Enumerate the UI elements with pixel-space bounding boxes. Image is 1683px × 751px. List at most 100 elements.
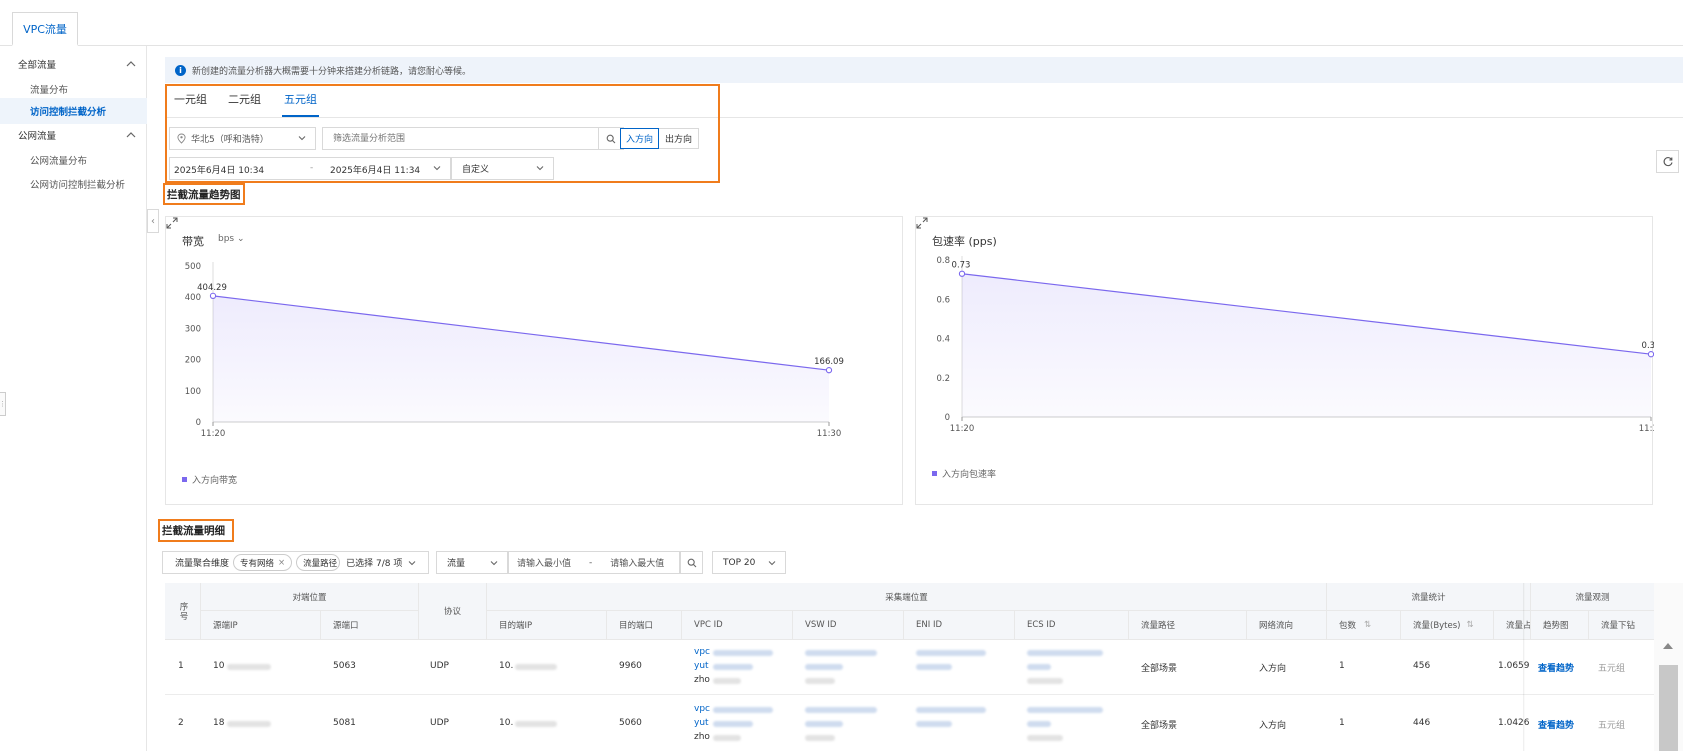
col-seq-label: 序号 [178,601,188,621]
y-tick-label: 100 [185,387,201,397]
y-tick-label: 0.2 [936,374,950,384]
cell-direction: 入方向 [1259,664,1287,674]
col-bytes-label: 流量(Bytes) [1413,621,1461,631]
col-src-ip-header: 源端IP [201,611,321,640]
redacted-value [1027,735,1063,741]
range-search-button[interactable] [680,551,703,574]
cell-vpc-name[interactable]: yut [694,718,709,728]
redacted-value [713,721,753,727]
tag-vpc: 专有网络 × [233,554,293,571]
redacted-value [713,650,773,656]
redacted-value [1027,678,1063,684]
scroll-up-icon[interactable] [1663,643,1673,649]
flow-detail-table: 序号 对端位置 协议 采集端位置 流量统计 流量观测 源端IP 源端口 目的端I… [165,583,1655,751]
col-src-port-header: 源端口 [321,611,419,640]
data-point[interactable] [209,292,217,300]
sidebar-item-acl-analysis[interactable]: 访问控制拦截分析 [0,98,147,124]
tag-label: 专有网络 [240,558,275,569]
redacted-value [805,650,877,656]
redacted-value [1027,664,1051,670]
sidebar-item-label: 公网流量分布 [30,156,88,167]
sidebar-item-public-acl[interactable]: 公网访问控制拦截分析 [0,171,147,197]
refresh-button[interactable] [1656,150,1679,173]
y-tick-label: 0 [945,413,950,423]
redacted-value [916,650,986,656]
cell-dst-port: 9960 [619,661,642,671]
aggregation-label: 流量聚合维度 [175,559,230,569]
sidebar-collapse-button[interactable]: ‹ [147,209,159,233]
col-packets-label: 包数 [1339,621,1357,631]
cell-ratio: 1.0659 [1498,661,1530,671]
group-stats-header: 流量统计 [1327,583,1531,611]
chevron-down-icon [768,561,776,566]
packet-rate-chart-plot: 0 0.2 0.4 0.6 0.8 11:20 11:30 0.73 0.32 [936,256,1654,434]
redacted-value [227,664,271,670]
chart-legend[interactable]: 入方向包速率 [932,467,996,480]
sidebar-item-label: 公网访问控制拦截分析 [30,180,126,191]
chevron-up-icon [126,61,136,67]
redacted-value [515,721,557,727]
sidebar-group-label: 全部流量 [18,60,57,71]
drill-five-tuple-link[interactable]: 五元组 [1598,718,1625,731]
col-bytes-header[interactable]: 流量(Bytes) ⇅ [1401,611,1494,640]
redacted-value [713,678,741,684]
cell-protocol: UDP [430,661,449,671]
data-label: 404.29 [197,283,227,293]
sidebar-item-label: 流量分布 [30,85,69,96]
redacted-value [805,735,835,741]
x-tick-label: 11:30 [817,429,842,439]
data-point[interactable] [825,367,833,374]
max-value-input[interactable]: 请输入最大值 [610,556,664,569]
view-trend-link[interactable]: 查看趋势 [1538,661,1574,674]
min-value-input[interactable]: 请输入最小值 [517,556,571,569]
cell-vpc-id-link[interactable]: vpc [694,704,710,714]
cell-vpc-name[interactable]: yut [694,661,709,671]
col-packets-header[interactable]: 包数 ⇅ [1327,611,1401,640]
view-trend-link[interactable]: 查看趋势 [1538,718,1574,731]
sidebar-item-public-distribution[interactable]: 公网流量分布 [0,147,147,173]
metric-value: 流量 [447,559,466,569]
sidebar-group-public-flow[interactable]: 公网流量 [0,123,147,147]
value-range-input[interactable]: 请输入最小值 - 请输入最大值 [508,551,680,574]
cell-protocol: UDP [430,718,449,728]
redacted-value [713,735,741,741]
data-point[interactable] [1647,351,1654,358]
redacted-value [227,721,271,727]
data-point[interactable] [958,270,966,277]
table-scrollbar[interactable] [1654,583,1683,751]
range-separator: - [589,557,593,568]
scrollbar-thumb[interactable] [1659,665,1678,751]
col-ratio-header: 流量占 [1494,611,1531,640]
drag-handle-icon[interactable]: ⋮ [0,392,6,416]
cell-path: 全部场景 [1141,664,1178,674]
cell-seq: 1 [178,661,184,671]
redacted-value [805,664,843,670]
close-icon[interactable]: × [278,558,285,568]
drill-five-tuple-link[interactable]: 五元组 [1598,661,1625,674]
redacted-value [916,721,952,727]
cell-packets: 1 [1339,718,1345,728]
legend-swatch [932,471,937,476]
col-drill-header: 流量下钻 [1589,611,1655,640]
aggregation-select[interactable]: 流量聚合维度 专有网络 × 流量路径 已选择 7/8 项 [162,551,429,574]
cell-vpc-id-link[interactable]: vpc [694,647,710,657]
section-title-trend: 拦截流量趋势图 [163,183,245,205]
chart-legend[interactable]: 入方向带宽 [182,473,237,486]
legend-label: 入方向包速率 [942,470,997,480]
info-icon: i [175,64,186,76]
group-collect-header: 采集端位置 [487,583,1327,611]
tab-vpc-flow[interactable]: VPC流量 [12,12,78,46]
cell-bytes: 456 [1413,661,1431,671]
bandwidth-chart-card: 带宽 bps ⌄ 0 100 200 300 400 500 11:20 11:30 404.2… [165,216,903,505]
sort-icon[interactable]: ⇅ [1467,620,1474,630]
redacted-value [515,664,557,670]
metric-select[interactable]: 流量 [436,551,508,574]
top-n-select[interactable]: TOP 20 [712,551,786,574]
y-tick-label: 0.4 [936,335,950,345]
redacted-value [1027,707,1103,713]
refresh-icon [1663,156,1673,166]
sidebar-group-all-flow[interactable]: 全部流量 [0,52,147,76]
sort-icon[interactable]: ⇅ [1364,620,1371,630]
redacted-value [1027,650,1103,656]
redacted-value [805,678,835,684]
